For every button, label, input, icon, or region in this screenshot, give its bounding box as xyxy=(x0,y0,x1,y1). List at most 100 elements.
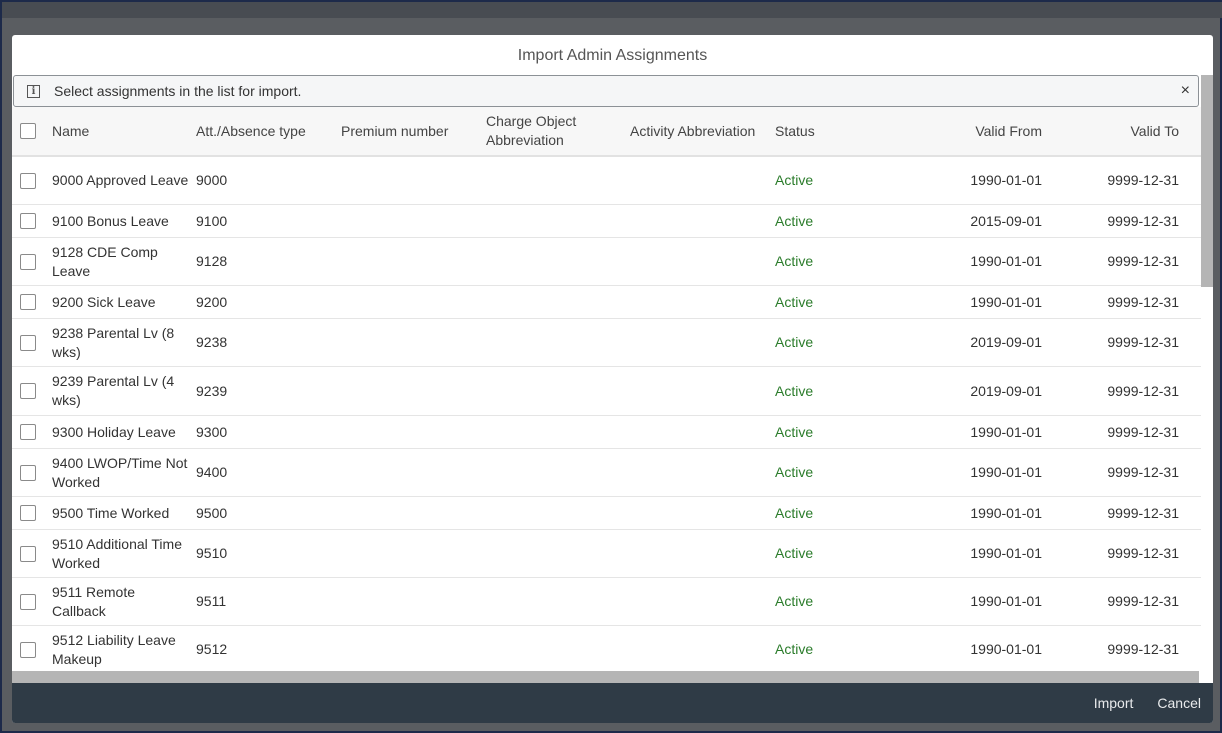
table-row[interactable]: 9500 Time Worked 9500 Active 1990-01-01 … xyxy=(12,497,1201,530)
cell-type: 9100 xyxy=(196,212,228,229)
horizontal-scrollbar[interactable] xyxy=(12,671,1199,683)
cell-status: Active xyxy=(775,545,814,561)
cell-name: 9239 Parental Lv (4 wks) xyxy=(52,373,175,408)
cell-name: 9300 Holiday Leave xyxy=(52,423,176,440)
assignments-table: Name Att./Absence type Premium number Ch… xyxy=(12,107,1201,671)
column-header-valid-to[interactable]: Valid To xyxy=(1048,122,1185,141)
table-row[interactable]: 9200 Sick Leave 9200 Active 1990-01-01 9… xyxy=(12,286,1201,319)
column-header-premium[interactable]: Premium number xyxy=(341,122,486,141)
dialog-title: Import Admin Assignments xyxy=(517,47,708,64)
table-row[interactable]: 9512 Liability Leave Makeup 9512 Active … xyxy=(12,626,1201,671)
table-row[interactable]: 9300 Holiday Leave 9300 Active 1990-01-0… xyxy=(12,416,1201,449)
cell-valid-to: 9999-12-31 xyxy=(1107,293,1179,310)
cell-type: 9511 xyxy=(196,593,227,609)
cell-valid-from: 1990-01-01 xyxy=(970,593,1042,609)
cell-valid-to: 9999-12-31 xyxy=(1107,382,1179,399)
row-checkbox[interactable] xyxy=(20,593,36,610)
cell-status: Active xyxy=(775,641,814,657)
cell-valid-from: 1990-01-01 xyxy=(970,172,1042,188)
row-checkbox[interactable] xyxy=(20,424,36,440)
info-message-strip: i Select assignments in the list for imp… xyxy=(13,75,1199,107)
cell-valid-from: 1990-01-01 xyxy=(970,504,1042,521)
cell-valid-to: 9999-12-31 xyxy=(1107,172,1179,188)
cell-valid-to: 9999-12-31 xyxy=(1107,504,1179,521)
table-row[interactable]: 9400 LWOP/Time Not Worked 9400 Active 19… xyxy=(12,449,1201,497)
row-checkbox[interactable] xyxy=(20,172,36,189)
table-row[interactable]: 9100 Bonus Leave 9100 Active 2015-09-01 … xyxy=(12,205,1201,238)
vertical-scrollbar[interactable] xyxy=(1201,75,1213,671)
row-checkbox[interactable] xyxy=(20,641,36,658)
row-checkbox[interactable] xyxy=(20,545,36,562)
cell-status: Active xyxy=(775,253,814,269)
background-page-header xyxy=(2,2,1222,18)
dialog-footer: Import Cancel xyxy=(12,683,1213,723)
cell-type: 9512 xyxy=(196,641,228,657)
table-row[interactable]: 9510 Additional Time Worked 9510 Active … xyxy=(12,530,1201,578)
cell-valid-to: 9999-12-31 xyxy=(1107,253,1179,269)
cell-name: 9238 Parental Lv (8 wks) xyxy=(52,324,175,360)
cell-name: 9200 Sick Leave xyxy=(52,293,156,310)
table-row[interactable]: 9511 Remote Callback 9511 Active 1990-01… xyxy=(12,578,1201,626)
column-header-activity[interactable]: Activity Abbreviation xyxy=(630,122,775,141)
cell-type: 9400 xyxy=(196,464,228,480)
cell-valid-to: 9999-12-31 xyxy=(1107,593,1179,609)
cell-valid-to: 9999-12-31 xyxy=(1107,545,1179,561)
cancel-button[interactable]: Cancel xyxy=(1157,695,1201,711)
cell-status: Active xyxy=(775,212,814,229)
row-checkbox[interactable] xyxy=(20,253,36,270)
row-checkbox[interactable] xyxy=(20,334,36,351)
close-icon[interactable]: × xyxy=(1181,82,1190,100)
row-checkbox[interactable] xyxy=(20,464,36,481)
import-dialog: Import Admin Assignments i Select assign… xyxy=(12,35,1213,723)
cell-name: 9400 LWOP/Time Not Worked xyxy=(52,454,188,490)
cell-valid-from: 1990-01-01 xyxy=(970,253,1042,269)
cell-name: 9511 Remote Callback xyxy=(52,583,136,619)
cell-status: Active xyxy=(775,334,814,350)
cell-valid-from: 2015-09-01 xyxy=(970,212,1042,229)
cell-name: 9000 Approved Leave xyxy=(52,172,189,188)
cell-valid-from: 1990-01-01 xyxy=(970,545,1042,561)
cell-type: 9200 xyxy=(196,293,228,310)
cell-status: Active xyxy=(775,423,814,440)
cell-valid-from: 1990-01-01 xyxy=(970,641,1042,657)
cell-status: Active xyxy=(775,293,814,310)
column-header-charge-object[interactable]: Charge Object Abbreviation xyxy=(486,112,630,150)
cell-type: 9000 xyxy=(196,172,228,188)
cell-valid-from: 1990-01-01 xyxy=(970,423,1042,440)
cell-valid-to: 9999-12-31 xyxy=(1107,334,1179,350)
cell-name: 9510 Additional Time Worked xyxy=(52,535,182,571)
select-all-checkbox[interactable] xyxy=(20,123,36,139)
cell-valid-from: 1990-01-01 xyxy=(970,464,1042,480)
cell-status: Active xyxy=(775,382,814,399)
cell-type: 9239 xyxy=(196,382,228,399)
info-message-text: Select assignments in the list for impor… xyxy=(54,83,302,99)
import-button[interactable]: Import xyxy=(1094,695,1134,711)
column-header-status[interactable]: Status xyxy=(775,122,875,141)
info-icon: i xyxy=(27,84,40,98)
table-header: Name Att./Absence type Premium number Ch… xyxy=(12,107,1201,157)
cell-type: 9128 xyxy=(196,253,228,269)
cell-status: Active xyxy=(775,504,814,521)
table-row[interactable]: 9238 Parental Lv (8 wks) 9238 Active 201… xyxy=(12,319,1201,367)
column-header-valid-from[interactable]: Valid From xyxy=(875,122,1048,141)
cell-valid-to: 9999-12-31 xyxy=(1107,464,1179,480)
cell-name: 9100 Bonus Leave xyxy=(52,212,169,229)
cell-status: Active xyxy=(775,593,814,609)
cell-name: 9500 Time Worked xyxy=(52,504,170,521)
table-row[interactable]: 9239 Parental Lv (4 wks) 9239 Active 201… xyxy=(12,367,1201,416)
cell-valid-from: 2019-09-01 xyxy=(970,334,1042,350)
row-checkbox[interactable] xyxy=(20,213,36,229)
cell-valid-to: 9999-12-31 xyxy=(1107,212,1179,229)
cell-valid-from: 2019-09-01 xyxy=(970,382,1042,399)
cell-name: 9128 CDE Comp Leave xyxy=(52,243,158,279)
cell-type: 9300 xyxy=(196,423,228,440)
table-row[interactable]: 9128 CDE Comp Leave 9128 Active 1990-01-… xyxy=(12,238,1201,286)
cell-valid-from: 1990-01-01 xyxy=(970,293,1042,310)
row-checkbox[interactable] xyxy=(20,505,36,521)
column-header-type[interactable]: Att./Absence type xyxy=(196,122,341,141)
table-row[interactable]: 9000 Approved Leave 9000 Active 1990-01-… xyxy=(12,157,1201,205)
column-header-name[interactable]: Name xyxy=(52,122,196,141)
vertical-scroll-thumb[interactable] xyxy=(1201,75,1213,287)
row-checkbox[interactable] xyxy=(20,294,36,310)
row-checkbox[interactable] xyxy=(20,383,36,399)
